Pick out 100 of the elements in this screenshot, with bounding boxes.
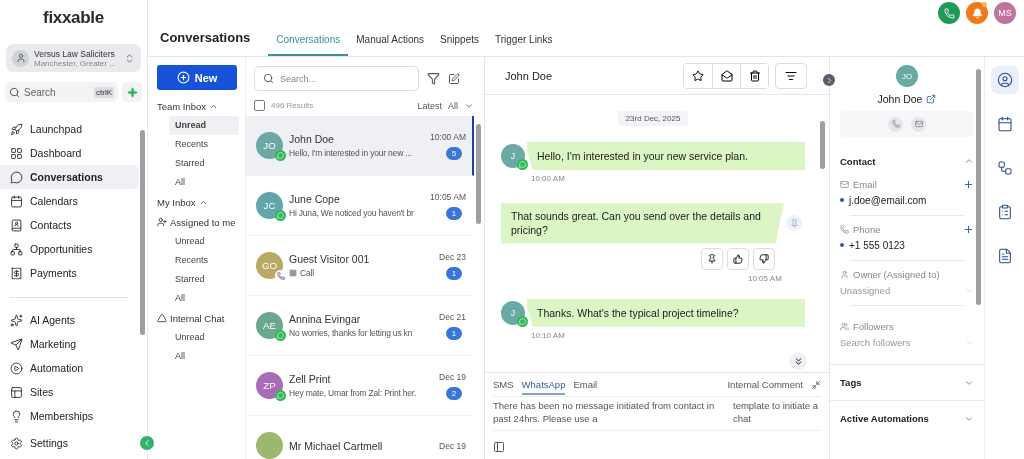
- users-icon: [840, 321, 849, 331]
- delete-button[interactable]: [740, 63, 768, 88]
- inbox-item[interactable]: All: [169, 289, 239, 308]
- panel-icon[interactable]: [493, 440, 505, 453]
- nav-item[interactable]: Opportunities: [0, 237, 139, 261]
- nav-item[interactable]: Payments: [0, 261, 139, 285]
- unread-count: 1: [446, 206, 462, 220]
- account-location: Manchester, Greater ...: [34, 58, 117, 68]
- phone-icon: [891, 120, 900, 128]
- tab[interactable]: Conversations: [268, 34, 349, 56]
- phone-icon: [840, 224, 849, 234]
- nav-item[interactable]: Conversations: [0, 165, 139, 189]
- inbox-item[interactable]: Recents: [169, 251, 239, 270]
- notifications-button[interactable]: [966, 2, 988, 24]
- inbox-item[interactable]: Unread: [169, 328, 239, 347]
- nav-item[interactable]: Contacts: [0, 213, 139, 237]
- nav-item[interactable]: AI Agents: [0, 308, 139, 332]
- nav-item[interactable]: Marketing: [0, 332, 139, 356]
- select-all-checkbox[interactable]: [254, 100, 265, 111]
- thumbs-up-button[interactable]: [727, 247, 749, 270]
- inbox-subheader[interactable]: Internal Chat: [157, 308, 239, 328]
- email-button[interactable]: [911, 116, 926, 132]
- inbox-item[interactable]: Unread: [169, 232, 239, 251]
- tab[interactable]: Trigger Links: [487, 34, 561, 56]
- internal-comment-tab[interactable]: Internal Comment: [727, 374, 803, 395]
- tab[interactable]: Snippets: [432, 34, 487, 56]
- chat-contact-name: John Doe: [505, 69, 554, 82]
- ai-button[interactable]: [122, 82, 142, 102]
- user-circle-button[interactable]: [990, 66, 1019, 94]
- scrollbar[interactable]: [476, 124, 481, 224]
- sparkles-icon: [10, 313, 23, 327]
- avatar: JC: [256, 192, 283, 219]
- add-icon[interactable]: [963, 178, 974, 190]
- external-link-icon[interactable]: [926, 94, 937, 104]
- account-switcher[interactable]: Versus Law Saliciters Manchester, Greater ...: [6, 44, 141, 72]
- inbox-group-header[interactable]: My Inbox: [157, 192, 239, 212]
- receipt-icon: [10, 266, 23, 280]
- settings-link[interactable]: Settings: [0, 431, 139, 455]
- search-field[interactable]: Search...: [254, 66, 419, 91]
- inbox-group-header[interactable]: Team Inbox: [157, 96, 239, 116]
- message-time: Dec 23: [439, 251, 466, 262]
- nav-item[interactable]: Memberships: [0, 404, 139, 428]
- section-header[interactable]: Active Automations: [830, 400, 984, 436]
- document-icon: [996, 248, 1013, 264]
- nav-item[interactable]: Calendars: [0, 189, 139, 213]
- new-button[interactable]: New: [157, 65, 237, 90]
- inbox-item[interactable]: Starred: [169, 270, 239, 289]
- minimize-icon[interactable]: [811, 379, 821, 390]
- nav-item[interactable]: Dashboard: [0, 141, 139, 165]
- scrollbar[interactable]: [976, 69, 981, 305]
- pin-icon: [789, 218, 799, 228]
- avatar: J: [501, 144, 525, 169]
- pin-icon: [707, 253, 717, 264]
- scrollbar[interactable]: [140, 130, 145, 335]
- field-label: Owner (Assigned to): [853, 268, 941, 280]
- phone-button[interactable]: [938, 2, 960, 24]
- mail-icon: [914, 120, 923, 128]
- nav-item[interactable]: Automation: [0, 356, 139, 380]
- tab[interactable]: Manual Actions: [348, 34, 433, 56]
- lightbulb-icon: [10, 409, 23, 423]
- inbox-item[interactable]: Starred: [169, 154, 239, 173]
- nav-item[interactable]: Launchpad: [0, 117, 139, 141]
- inbox-item[interactable]: All: [169, 173, 239, 192]
- section-header[interactable]: Tags: [830, 364, 984, 400]
- scrollbar[interactable]: [820, 121, 825, 169]
- inbox-item[interactable]: All: [169, 347, 239, 366]
- message-time: 10:05 AM: [748, 273, 782, 283]
- square-icon: [289, 269, 297, 277]
- thumbs-down-button[interactable]: [753, 247, 775, 270]
- filter-label[interactable]: All: [448, 100, 458, 111]
- search-field[interactable]: Search ctrlK: [5, 82, 118, 102]
- inbox-item[interactable]: Unread: [169, 116, 239, 135]
- contact-book-icon: [10, 218, 23, 232]
- message-time: Dec 19: [439, 371, 466, 382]
- scroll-down-button[interactable]: [789, 352, 807, 370]
- filter-button[interactable]: [775, 62, 807, 89]
- plus-circle-icon: [176, 71, 190, 84]
- channel-tab[interactable]: SMS: [493, 374, 514, 395]
- pin-button[interactable]: [701, 247, 723, 270]
- conversation-row[interactable]: JO John Doe Hello, I'm interested in your new ... 10:00 AM 5: [246, 116, 474, 176]
- add-icon[interactable]: [963, 223, 974, 235]
- compose-icon[interactable]: [448, 72, 460, 85]
- inbox-item[interactable]: Recents: [169, 135, 239, 154]
- inbox-subheader[interactable]: Assigned to me: [157, 212, 239, 232]
- contact-name: Mr Michael Cartmell: [289, 439, 384, 452]
- expand-button[interactable]: [823, 74, 835, 86]
- filter-icon[interactable]: [427, 72, 440, 85]
- unread-count: 5: [446, 146, 462, 160]
- shortcut-key: ctrlK: [94, 86, 114, 98]
- mail-icon: [840, 179, 849, 189]
- nav-item[interactable]: Sites: [0, 380, 139, 404]
- channel-tab[interactable]: Email: [573, 374, 598, 395]
- bell-icon: [971, 7, 983, 19]
- account-name: Versus Law Saliciters: [34, 48, 116, 59]
- message-preview: No worries, thanks for letting us kn: [289, 328, 414, 338]
- collapse-button[interactable]: [140, 436, 154, 450]
- channel-tab[interactable]: WhatsApp: [521, 374, 566, 395]
- settings-icon: [10, 436, 23, 450]
- sort-label[interactable]: Latest: [417, 100, 442, 111]
- section-header[interactable]: Contact: [840, 151, 974, 171]
